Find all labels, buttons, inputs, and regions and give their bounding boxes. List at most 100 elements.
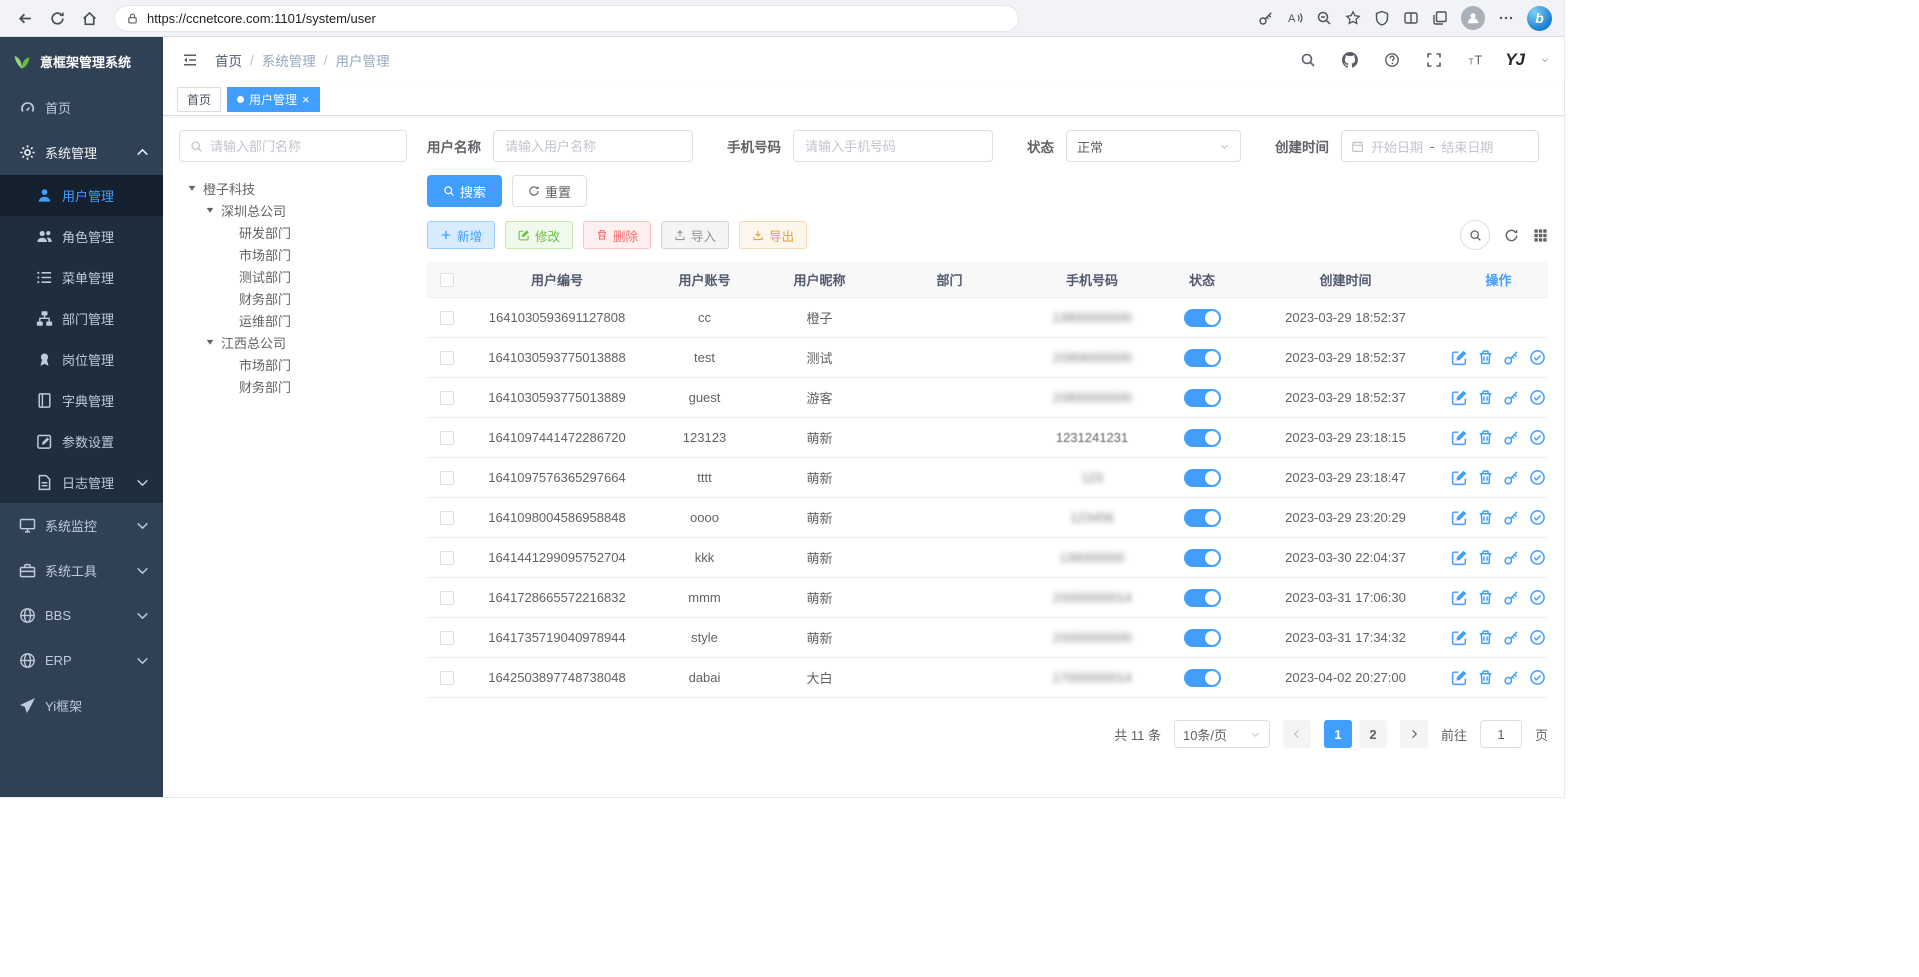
tree-node[interactable]: 市场部门 — [179, 353, 407, 375]
row-checkbox[interactable] — [440, 591, 454, 605]
toggle-search-button[interactable] — [1460, 220, 1490, 250]
search-button[interactable]: 搜索 — [427, 175, 502, 207]
font-size-icon[interactable]: TT — [1463, 47, 1489, 73]
column-settings-button[interactable] — [1533, 228, 1548, 243]
read-aloud-icon[interactable]: A — [1287, 10, 1303, 26]
sidebar-item-post[interactable]: 岗位管理 — [0, 339, 163, 380]
row-checkbox[interactable] — [440, 311, 454, 325]
check-circle-icon[interactable] — [1529, 589, 1546, 606]
sidebar-item-home[interactable]: 首页 — [0, 85, 163, 130]
status-toggle[interactable] — [1184, 349, 1221, 367]
chevron-down-icon[interactable] — [1540, 55, 1550, 65]
export-button[interactable]: 导出 — [739, 221, 807, 249]
trash-icon[interactable] — [1477, 549, 1494, 566]
edit-icon[interactable] — [1451, 429, 1468, 446]
sidebar-item-erp[interactable]: ERP — [0, 638, 163, 683]
next-page-button[interactable] — [1400, 720, 1428, 748]
edit-icon[interactable] — [1451, 389, 1468, 406]
collapse-sidebar-icon[interactable] — [177, 47, 203, 73]
row-checkbox[interactable] — [440, 631, 454, 645]
more-options-icon[interactable] — [1498, 10, 1514, 26]
page-size-select[interactable]: 10条/页 — [1174, 720, 1270, 748]
trash-icon[interactable] — [1477, 509, 1494, 526]
row-checkbox[interactable] — [440, 511, 454, 525]
close-icon[interactable]: × — [302, 93, 310, 106]
sidebar-item-dict[interactable]: 字典管理 — [0, 380, 163, 421]
tree-node[interactable]: 运维部门 — [179, 309, 407, 331]
sidebar-item-system[interactable]: 系统管理 — [0, 130, 163, 175]
check-circle-icon[interactable] — [1529, 389, 1546, 406]
status-toggle[interactable] — [1184, 309, 1221, 327]
collections-icon[interactable] — [1432, 10, 1448, 26]
tab-home[interactable]: 首页 — [177, 87, 221, 112]
github-icon[interactable] — [1337, 47, 1363, 73]
status-toggle[interactable] — [1184, 509, 1221, 527]
user-logo[interactable]: YJ — [1505, 50, 1524, 70]
check-circle-icon[interactable] — [1529, 629, 1546, 646]
reload-button[interactable] — [42, 3, 72, 33]
copilot-icon[interactable] — [1527, 6, 1552, 31]
tree-node[interactable]: 深圳总公司 — [179, 199, 407, 221]
browser-essentials-icon[interactable] — [1374, 10, 1390, 26]
row-checkbox[interactable] — [440, 391, 454, 405]
status-toggle[interactable] — [1184, 629, 1221, 647]
status-toggle[interactable] — [1184, 589, 1221, 607]
help-icon[interactable] — [1379, 47, 1405, 73]
check-circle-icon[interactable] — [1529, 549, 1546, 566]
sidebar-item-monitor[interactable]: 系统监控 — [0, 503, 163, 548]
back-button[interactable] — [10, 3, 40, 33]
status-toggle[interactable] — [1184, 469, 1221, 487]
sidebar-item-role[interactable]: 角色管理 — [0, 216, 163, 257]
trash-icon[interactable] — [1477, 429, 1494, 446]
key-icon[interactable] — [1503, 469, 1520, 486]
key-icon[interactable] — [1503, 549, 1520, 566]
edit-icon[interactable] — [1451, 469, 1468, 486]
tab-user-management[interactable]: 用户管理× — [227, 87, 320, 112]
select-all-checkbox[interactable] — [440, 273, 454, 287]
key-icon[interactable] — [1503, 389, 1520, 406]
check-circle-icon[interactable] — [1529, 469, 1546, 486]
trash-icon[interactable] — [1477, 469, 1494, 486]
status-toggle[interactable] — [1184, 549, 1221, 567]
edit-icon[interactable] — [1451, 509, 1468, 526]
check-circle-icon[interactable] — [1529, 429, 1546, 446]
password-key-icon[interactable] — [1258, 10, 1274, 26]
date-range-picker[interactable]: 开始日期 - 结束日期 — [1341, 130, 1539, 162]
sidebar-item-tool[interactable]: 系统工具 — [0, 548, 163, 593]
sidebar-item-menu[interactable]: 菜单管理 — [0, 257, 163, 298]
import-button[interactable]: 导入 — [661, 221, 729, 249]
trash-icon[interactable] — [1477, 589, 1494, 606]
tree-node[interactable]: 研发部门 — [179, 221, 407, 243]
key-icon[interactable] — [1503, 349, 1520, 366]
status-select[interactable]: 正常 — [1066, 130, 1241, 162]
trash-icon[interactable] — [1477, 349, 1494, 366]
sidebar-item-log[interactable]: 日志管理 — [0, 462, 163, 503]
edit-icon[interactable] — [1451, 629, 1468, 646]
address-bar[interactable]: https://ccnetcore.com:1101/system/user — [114, 5, 1019, 32]
check-circle-icon[interactable] — [1529, 349, 1546, 366]
trash-icon[interactable] — [1477, 389, 1494, 406]
edit-icon[interactable] — [1451, 549, 1468, 566]
dept-search-input[interactable] — [210, 139, 396, 154]
key-icon[interactable] — [1503, 589, 1520, 606]
page-button-2[interactable]: 2 — [1359, 720, 1387, 748]
split-screen-icon[interactable] — [1403, 10, 1419, 26]
favorites-star-icon[interactable] — [1345, 10, 1361, 26]
row-checkbox[interactable] — [440, 431, 454, 445]
add-button[interactable]: 新增 — [427, 221, 495, 249]
tree-node[interactable]: 橙子科技 — [179, 177, 407, 199]
refresh-table-button[interactable] — [1504, 228, 1519, 243]
key-icon[interactable] — [1503, 629, 1520, 646]
row-checkbox[interactable] — [440, 471, 454, 485]
sidebar-item-yi-frame[interactable]: Yi框架 — [0, 683, 163, 728]
key-icon[interactable] — [1503, 509, 1520, 526]
sidebar-item-dept[interactable]: 部门管理 — [0, 298, 163, 339]
goto-page-input[interactable] — [1480, 720, 1522, 748]
row-checkbox[interactable] — [440, 351, 454, 365]
home-button[interactable] — [74, 3, 104, 33]
tree-expand-icon[interactable] — [203, 335, 217, 349]
phone-input[interactable] — [793, 130, 993, 162]
prev-page-button[interactable] — [1283, 720, 1311, 748]
check-circle-icon[interactable] — [1529, 669, 1546, 686]
reset-button[interactable]: 重置 — [512, 175, 587, 207]
